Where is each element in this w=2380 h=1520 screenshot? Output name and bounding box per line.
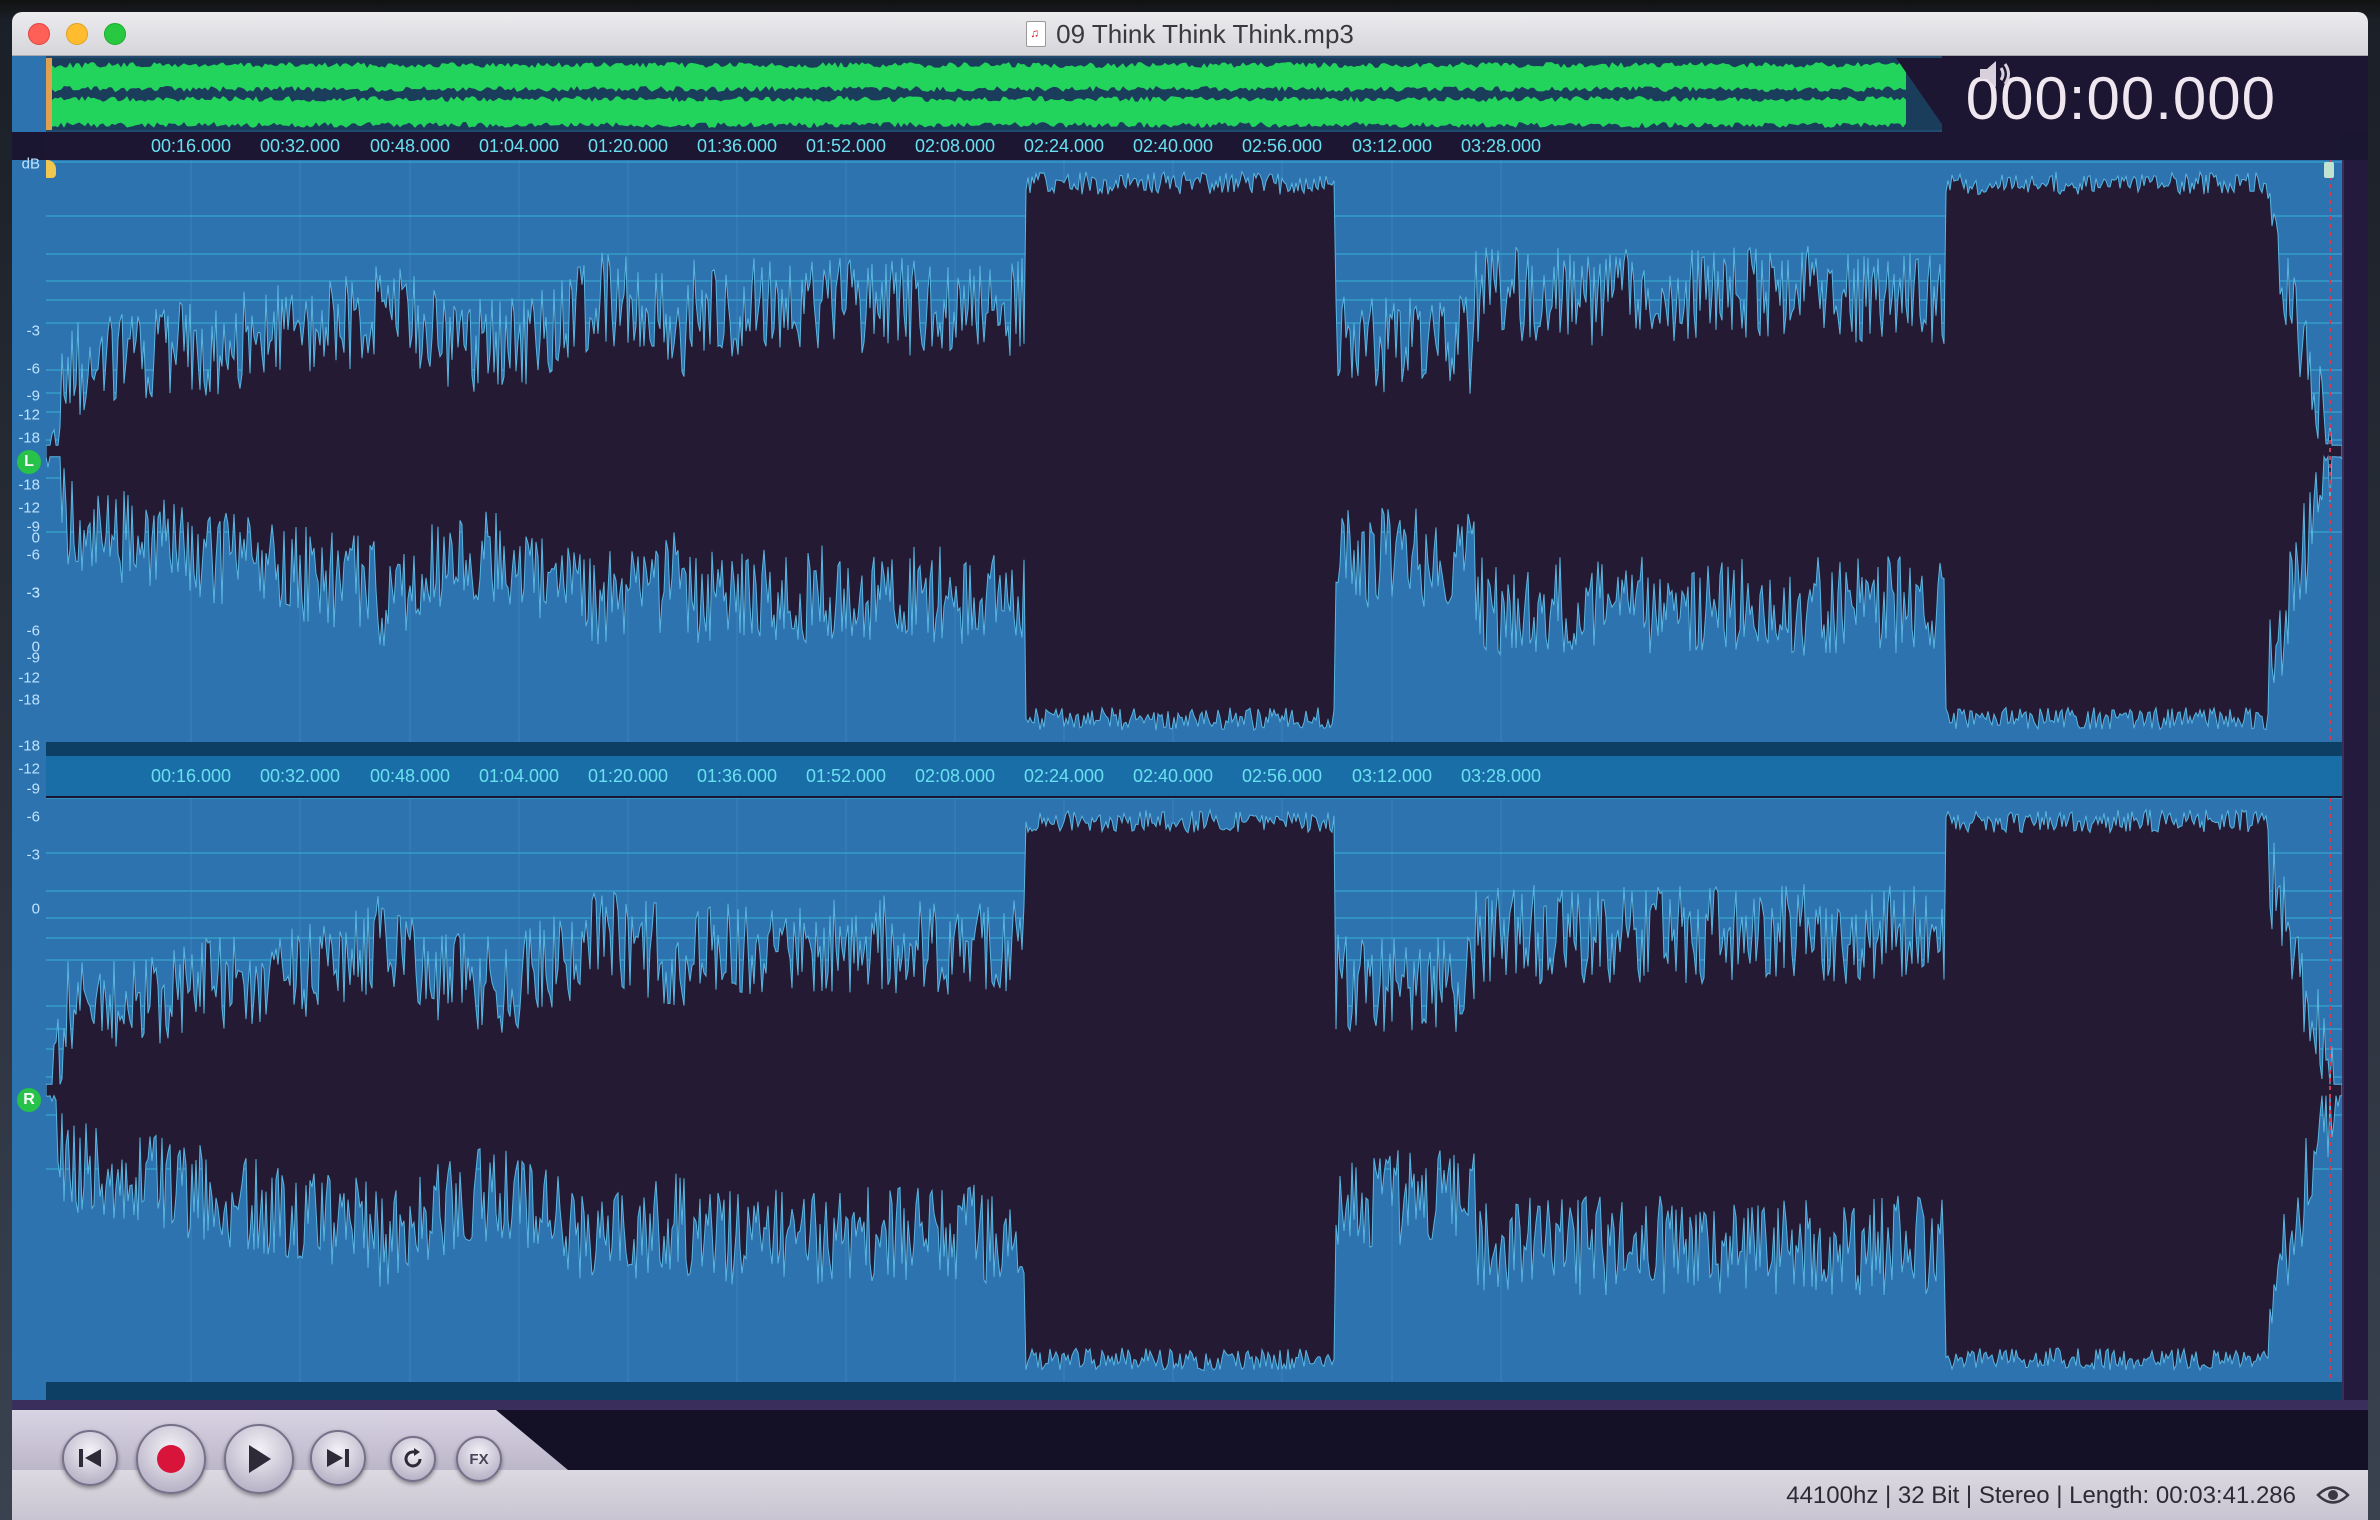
time-label: 01:52.000 xyxy=(805,136,887,156)
time-label: 01:20.000 xyxy=(587,136,669,156)
db-unit-label: dB xyxy=(21,155,40,173)
overview-waveform[interactable] xyxy=(46,58,1946,130)
channel-separator-bottom xyxy=(46,1382,2342,1400)
waveform-fill xyxy=(46,170,2342,732)
time-panel: 000:00.000 xyxy=(1942,56,2368,132)
time-label: 03:12.000 xyxy=(1351,766,1433,786)
overview-cursor[interactable] xyxy=(46,58,52,130)
channel-separator xyxy=(46,742,2342,756)
db-label: -12 xyxy=(18,760,40,778)
db-label: -3 xyxy=(26,322,40,340)
db-label: -6 xyxy=(26,622,40,640)
record-icon xyxy=(157,1445,185,1473)
end-marker[interactable] xyxy=(2324,162,2334,178)
time-label: 02:56.000 xyxy=(1241,766,1323,786)
loop-button[interactable] xyxy=(390,1436,436,1482)
db-label: -9 xyxy=(26,387,40,405)
db-label: -9 xyxy=(26,649,40,667)
time-label: 02:24.000 xyxy=(1023,136,1105,156)
transport-bar: 44100hz | 32 Bit | Stereo | Length: 00:0… xyxy=(12,1410,2368,1520)
db-label: -6 xyxy=(26,808,40,826)
time-label: 03:28.000 xyxy=(1460,766,1542,786)
time-label: 01:36.000 xyxy=(696,766,778,786)
db-label: -18 xyxy=(18,476,40,494)
db-label: -12 xyxy=(18,669,40,687)
db-scale-gutter: dB -3 -6 -9 -12 -18 -18 -12 -9 -6 -3 0 0… xyxy=(12,156,46,1410)
db-label: -18 xyxy=(18,429,40,447)
db-label: -3 xyxy=(26,584,40,602)
waveform-channel-left[interactable] xyxy=(46,160,2342,742)
vertical-scroll-strip[interactable] xyxy=(2342,160,2368,1410)
title-group: 09 Think Think Think.mp3 xyxy=(12,12,2368,56)
db-label: -18 xyxy=(18,691,40,709)
time-label: 01:04.000 xyxy=(478,766,560,786)
loop-icon xyxy=(404,1448,422,1468)
db-label: -3 xyxy=(26,846,40,864)
time-label: 00:16.000 xyxy=(150,766,232,786)
waveform-right[interactable] xyxy=(46,798,2342,1382)
waveform-fill xyxy=(46,808,2342,1372)
waveform-left[interactable] xyxy=(46,160,2342,742)
skip-forward-button[interactable] xyxy=(310,1430,366,1486)
play-button[interactable] xyxy=(224,1424,294,1494)
right-channel-toggle[interactable]: R xyxy=(17,1088,41,1112)
time-label: 02:08.000 xyxy=(914,136,996,156)
audio-file-icon xyxy=(1026,21,1047,47)
left-channel-toggle[interactable]: L xyxy=(17,450,41,474)
time-label: 00:48.000 xyxy=(369,766,451,786)
fx-label: FX xyxy=(469,1450,489,1468)
window-title: 09 Think Think Think.mp3 xyxy=(1056,18,1354,49)
time-label: 01:20.000 xyxy=(587,766,669,786)
db-label: -9 xyxy=(26,780,40,798)
skip-back-button[interactable] xyxy=(62,1430,118,1486)
horizontal-scrollbar[interactable] xyxy=(12,1400,2368,1410)
time-label: 01:36.000 xyxy=(696,136,778,156)
status-bar: 44100hz | 32 Bit | Stereo | Length: 00:0… xyxy=(12,1470,2368,1520)
overview-navigator[interactable]: 000:00.000 xyxy=(12,56,2368,132)
speaker-icon[interactable] xyxy=(1976,58,2016,90)
db-label: 0 xyxy=(31,529,40,547)
skip-back-icon xyxy=(79,1449,101,1467)
db-label: -18 xyxy=(18,737,40,755)
time-label: 02:08.000 xyxy=(914,766,996,786)
db-label: -12 xyxy=(18,406,40,424)
timeline-ruler-top[interactable]: 00:16.000 00:32.000 00:48.000 01:04.000 … xyxy=(46,132,2342,160)
skip-forward-icon xyxy=(327,1449,349,1467)
db-label: -12 xyxy=(18,499,40,517)
time-label: 02:56.000 xyxy=(1241,136,1323,156)
effects-button[interactable]: FX xyxy=(456,1436,502,1482)
overview-handle[interactable] xyxy=(12,56,46,132)
time-label: 00:32.000 xyxy=(259,136,341,156)
app-window: 09 Think Think Think.mp3 000:00.000 00:1… xyxy=(12,12,2368,1520)
db-label: -6 xyxy=(26,546,40,564)
time-label: 00:32.000 xyxy=(259,766,341,786)
db-label: 0 xyxy=(31,900,40,918)
time-label: 03:12.000 xyxy=(1351,136,1433,156)
time-label: 00:48.000 xyxy=(369,136,451,156)
audio-info-status: 44100hz | 32 Bit | Stereo | Length: 00:0… xyxy=(1786,1482,2296,1509)
record-button[interactable] xyxy=(136,1424,206,1494)
time-label: 02:40.000 xyxy=(1132,766,1214,786)
time-label: 03:28.000 xyxy=(1460,136,1542,156)
db-label: -6 xyxy=(26,360,40,378)
time-label: 02:24.000 xyxy=(1023,766,1105,786)
time-label: 00:16.000 xyxy=(150,136,232,156)
waveform-channel-right[interactable] xyxy=(46,798,2342,1382)
time-label: 02:40.000 xyxy=(1132,136,1214,156)
time-label: 01:04.000 xyxy=(478,136,560,156)
timeline-ruler-middle[interactable]: 00:16.000 00:32.000 00:48.000 01:04.000 … xyxy=(46,756,2342,796)
time-label: 01:52.000 xyxy=(805,766,887,786)
eye-icon[interactable] xyxy=(2316,1484,2350,1506)
title-bar: 09 Think Think Think.mp3 xyxy=(12,12,2368,56)
play-icon xyxy=(249,1445,271,1473)
